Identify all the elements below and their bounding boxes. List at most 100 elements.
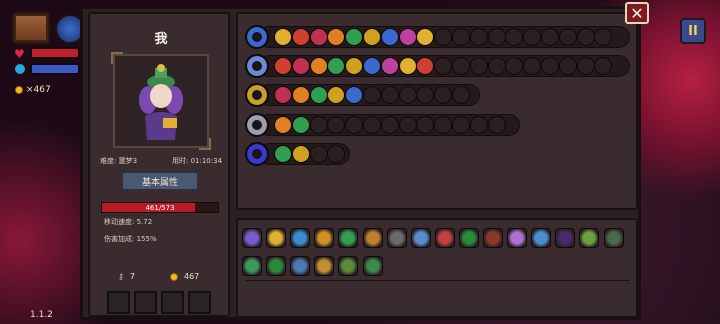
weapon-upgrade-slot[interactable] xyxy=(274,86,292,104)
time-text: 用时: 01:10:34 xyxy=(172,157,223,165)
hp-bar: 461/573 xyxy=(101,202,219,213)
weapon-upgrade-slot[interactable] xyxy=(398,28,417,46)
weapon-upgrade-slot[interactable] xyxy=(363,57,381,75)
passive-item-icon[interactable] xyxy=(314,228,335,248)
weapon-upgrade-slot[interactable] xyxy=(398,57,417,75)
weapon-upgrade-slot[interactable] xyxy=(291,116,310,134)
move-speed-text: 移动速度: 5.72 xyxy=(104,218,153,226)
tab-basic-attributes[interactable]: 基本属性 xyxy=(122,172,198,190)
passive-item-icon[interactable] xyxy=(386,228,407,248)
mana-icon xyxy=(15,64,25,74)
weapon-upgrade-slot[interactable] xyxy=(541,28,559,46)
passive-item-icon[interactable] xyxy=(266,256,287,276)
chest-icon[interactable] xyxy=(12,12,50,44)
close-button[interactable]: ✕ xyxy=(625,2,649,24)
difficulty-text: 难度: 噩梦3 xyxy=(100,157,138,165)
close-icon: ✕ xyxy=(630,3,644,23)
character-portrait xyxy=(111,52,211,150)
passive-item-icon[interactable] xyxy=(410,228,431,248)
passive-item-icon[interactable] xyxy=(603,228,624,248)
weapon-upgrade-slot[interactable] xyxy=(541,57,559,75)
passive-item-icon[interactable] xyxy=(338,228,359,248)
weapon-upgrade-slot[interactable] xyxy=(363,28,381,46)
weapon-upgrade-slot[interactable] xyxy=(309,86,328,104)
weapon-upgrade-slot[interactable] xyxy=(363,86,381,104)
weapon-upgrade-slot[interactable] xyxy=(380,116,399,134)
passive-item-icon[interactable] xyxy=(483,228,503,248)
key-count: 7 xyxy=(129,272,135,281)
weapon-upgrade-slot[interactable] xyxy=(274,57,292,75)
weapon-upgrade-slot[interactable] xyxy=(452,57,470,75)
weapon-upgrade-slot[interactable] xyxy=(380,28,399,46)
weapon-upgrade-slot[interactable] xyxy=(291,145,310,163)
weapon-upgrade-slot[interactable] xyxy=(487,57,506,75)
chest-weapon-icon[interactable] xyxy=(245,25,269,49)
coin-icon xyxy=(15,86,23,94)
weapon-upgrade-slot[interactable] xyxy=(398,116,417,134)
weapon-upgrade-slot[interactable] xyxy=(291,28,310,46)
character-name: 我 xyxy=(154,32,168,47)
damage-bonus-text: 伤害加成: 155% xyxy=(104,235,157,243)
passive-item-icon[interactable] xyxy=(362,228,383,248)
passive-item-icon[interactable] xyxy=(290,256,311,276)
weapon-upgrade-slot[interactable] xyxy=(487,116,506,134)
game-scene: ♥ ×467 1.1.2 II 我 难度: 噩梦3 用时: 01:10:34 基… xyxy=(0,0,720,324)
magic-staff-icon[interactable] xyxy=(245,54,269,78)
weapon-upgrade-slot[interactable] xyxy=(291,86,310,104)
passive-item-icon[interactable] xyxy=(290,228,311,248)
weapon-upgrade-slot[interactable] xyxy=(469,28,488,46)
passive-item-icon[interactable] xyxy=(314,256,335,276)
equipment-slot[interactable] xyxy=(134,291,157,314)
weapon-upgrade-slot[interactable] xyxy=(469,57,488,75)
passive-item-icon[interactable] xyxy=(531,228,552,248)
golden-wand-icon[interactable] xyxy=(245,83,269,107)
weapon-upgrade-slot[interactable] xyxy=(309,116,328,134)
weapon-upgrade-slot[interactable] xyxy=(452,28,470,46)
weapon-upgrade-slot[interactable] xyxy=(309,28,328,46)
weapon-upgrade-slot[interactable] xyxy=(380,57,399,75)
coin-icon xyxy=(170,272,178,281)
weapon-upgrade-slot[interactable] xyxy=(576,28,595,46)
weapon-upgrade-slot[interactable] xyxy=(576,57,595,75)
weapon-upgrade-slot[interactable] xyxy=(274,145,292,163)
weapon-upgrade-slot[interactable] xyxy=(309,145,328,163)
weapon-upgrade-slot[interactable] xyxy=(452,116,470,134)
passive-item-icon[interactable] xyxy=(242,256,262,276)
weapon-upgrade-slot[interactable] xyxy=(558,57,577,75)
weapon-upgrade-slot[interactable] xyxy=(380,86,399,104)
equipment-slot[interactable] xyxy=(161,291,184,314)
passive-item-icon[interactable] xyxy=(434,228,455,248)
passive-item-icon[interactable] xyxy=(362,256,383,276)
hud-mana-bar xyxy=(30,63,80,75)
weapon-upgrade-slot[interactable] xyxy=(309,57,328,75)
dark-orb-icon[interactable] xyxy=(245,142,269,166)
hud-coin-text: ×467 xyxy=(26,85,51,95)
version-text: 1.1.2 xyxy=(30,310,53,320)
coin-counter: 467 xyxy=(170,272,199,281)
weapon-upgrade-slot[interactable] xyxy=(274,116,292,134)
passive-item-icon[interactable] xyxy=(266,228,287,248)
character-sprite-icon xyxy=(139,64,183,140)
coin-count: 467 xyxy=(184,272,200,281)
weapon-upgrade-slot[interactable] xyxy=(398,86,417,104)
spear-staff-icon[interactable] xyxy=(245,113,269,137)
passive-item-icon[interactable] xyxy=(338,256,359,276)
weapon-upgrade-slot[interactable] xyxy=(558,28,577,46)
passive-item-icon[interactable] xyxy=(579,228,600,248)
equipment-slot[interactable] xyxy=(107,291,130,314)
weapon-upgrade-slot[interactable] xyxy=(274,28,292,46)
weapon-upgrade-slot[interactable] xyxy=(363,116,381,134)
pause-button[interactable]: II xyxy=(680,18,706,44)
hud-coin-counter: ×467 xyxy=(15,85,51,95)
key-counter: ⚷ 7 xyxy=(118,272,135,281)
weapon-upgrade-slot[interactable] xyxy=(469,116,488,134)
passive-item-icon[interactable] xyxy=(507,228,528,248)
weapon-upgrade-slot[interactable] xyxy=(452,86,470,104)
passive-item-icon[interactable] xyxy=(242,228,262,248)
weapon-upgrade-slot[interactable] xyxy=(291,57,310,75)
weapon-upgrade-slot[interactable] xyxy=(487,28,506,46)
hp-text: 461/573 xyxy=(145,204,175,212)
passive-item-icon[interactable] xyxy=(458,228,479,248)
equipment-slot[interactable] xyxy=(188,291,211,314)
passive-item-icon[interactable] xyxy=(555,228,576,248)
